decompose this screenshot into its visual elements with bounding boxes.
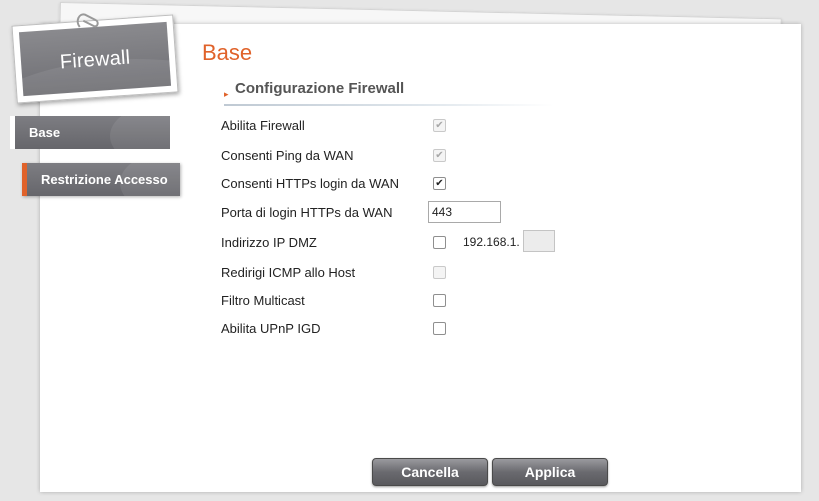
row-abilita-firewall: Abilita Firewall ✔: [221, 116, 621, 136]
section-header: ▸ Configurazione Firewall: [224, 80, 554, 106]
field-label: Consenti Ping da WAN: [221, 148, 354, 163]
firewall-tag: Firewall: [11, 13, 179, 104]
field-label: Filtro Multicast: [221, 293, 305, 308]
apply-button[interactable]: Applica: [492, 458, 608, 486]
ip-prefix: 192.168.1.: [463, 235, 520, 249]
field-label: Indirizzo IP DMZ: [221, 235, 317, 250]
row-porta-https: Porta di login HTTPs da WAN: [221, 201, 621, 223]
sidebar-item-label: Restrizione Accesso: [41, 172, 168, 187]
sidebar-item-label: Base: [29, 125, 61, 140]
section-arrow-icon: ▸: [224, 89, 229, 99]
paperclip-icon: [76, 13, 99, 28]
field-label: Consenti HTTPs login da WAN: [221, 176, 399, 191]
row-consenti-https: Consenti HTTPs login da WAN ✔: [221, 174, 621, 194]
sidebar-item-base[interactable]: Base: [10, 116, 170, 149]
field-label: Abilita UPnP IGD: [221, 321, 321, 336]
abilita-upnp-checkbox[interactable]: [433, 322, 446, 335]
consenti-https-checkbox[interactable]: ✔: [433, 177, 446, 190]
field-label: Abilita Firewall: [221, 118, 305, 133]
ip-dmz-octet-input[interactable]: [523, 230, 555, 252]
sidebar-item-restrizione-accesso[interactable]: Restrizione Accesso: [22, 163, 180, 196]
cancel-button[interactable]: Cancella: [372, 458, 488, 486]
section-title: Configurazione Firewall: [235, 80, 405, 97]
porta-https-input[interactable]: [428, 201, 501, 223]
row-filtro-multicast: Filtro Multicast: [221, 291, 621, 311]
section-divider: [224, 104, 554, 106]
row-ip-dmz: Indirizzo IP DMZ 192.168.1.: [221, 230, 621, 253]
abilita-firewall-checkbox[interactable]: ✔: [433, 119, 446, 132]
field-label: Redirigi ICMP allo Host: [221, 265, 356, 280]
redirigi-icmp-checkbox[interactable]: [433, 266, 446, 279]
page-title: Base: [202, 40, 253, 65]
filtro-multicast-checkbox[interactable]: [433, 294, 446, 307]
field-label: Porta di login HTTPs da WAN: [221, 205, 393, 220]
row-consenti-ping: Consenti Ping da WAN ✔: [221, 146, 621, 166]
row-redirigi-icmp: Redirigi ICMP allo Host: [221, 263, 621, 283]
ip-dmz-checkbox[interactable]: [433, 236, 446, 249]
tag-title: Firewall: [59, 46, 132, 74]
tag-inner: Firewall: [18, 21, 172, 97]
consenti-ping-checkbox[interactable]: ✔: [433, 149, 446, 162]
row-abilita-upnp: Abilita UPnP IGD: [221, 319, 621, 339]
